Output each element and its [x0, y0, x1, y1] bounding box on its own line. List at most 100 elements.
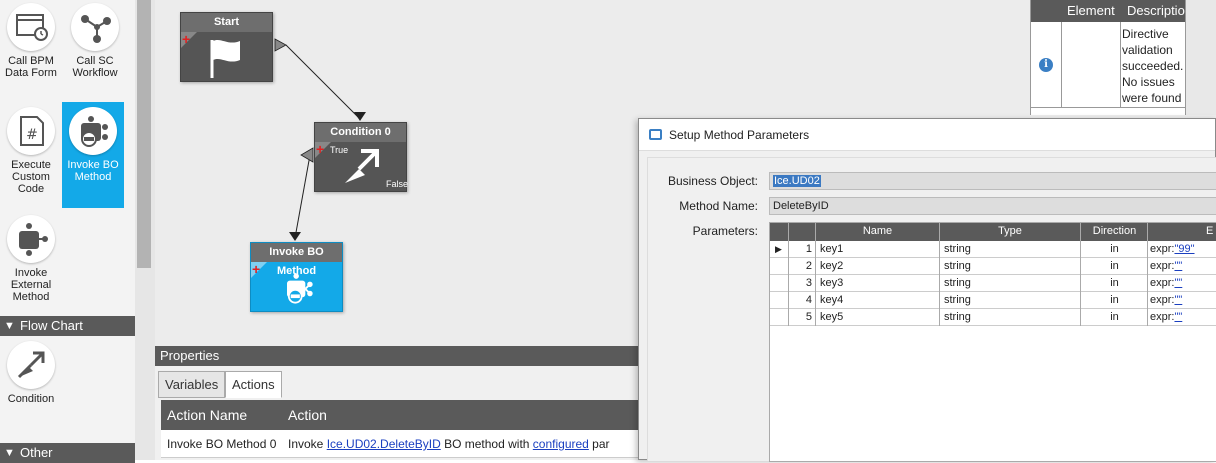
palette-scrollbar-thumb[interactable] — [137, 0, 151, 268]
section-other[interactable]: ▼ Other — [0, 443, 135, 463]
table-row[interactable]: ▶ 1 key1 string in expr:"99" — [770, 241, 1216, 258]
validation-results-panel: Element Descriptio i Directive validatio… — [1030, 0, 1187, 115]
column-header-direction[interactable]: Direction — [1081, 223, 1148, 240]
action-text: Invoke — [288, 437, 327, 451]
tool-invoke-bo-method[interactable]: Invoke BO Method — [62, 102, 124, 208]
results-header: Element Descriptio — [1031, 0, 1185, 22]
section-label: Other — [20, 445, 53, 460]
expr-value-link[interactable]: "" — [1174, 260, 1182, 272]
grid-divider — [1147, 223, 1148, 326]
column-header-action[interactable]: Action — [288, 400, 327, 430]
bo-method-link[interactable]: Ice.UD02.DeleteByID — [327, 437, 441, 451]
section-label: Flow Chart — [20, 318, 83, 333]
row-number: 3 — [805, 277, 812, 289]
actions-table-header: Action Name Action — [161, 400, 645, 430]
expr-value-link[interactable]: "" — [1174, 294, 1182, 306]
param-type: string — [944, 243, 971, 255]
param-direction: in — [1110, 277, 1119, 289]
info-icon: i — [1039, 58, 1053, 72]
tab-variables[interactable]: Variables — [158, 371, 226, 398]
configured-link[interactable]: configured — [533, 437, 589, 451]
condition-arrows-icon — [7, 341, 55, 389]
tool-call-bpm-data-form[interactable]: Call BPM Data Form — [0, 0, 62, 100]
tool-label: Execute Custom Code — [11, 159, 51, 195]
grid-divider — [939, 223, 940, 326]
expr-value-link[interactable]: "99" — [1174, 243, 1194, 255]
results-row[interactable]: i Directive validation succeeded. No iss… — [1031, 22, 1187, 108]
tool-call-sc-workflow[interactable]: Call SC Workflow — [64, 0, 126, 100]
param-expression: expr:"99" — [1150, 241, 1216, 258]
add-icon[interactable]: + — [252, 262, 260, 276]
tool-invoke-external-method[interactable]: Invoke External Method — [0, 212, 62, 312]
section-flow-chart[interactable]: ▼ Flow Chart — [0, 316, 135, 336]
param-expression: expr:"" — [1150, 258, 1216, 275]
table-row[interactable]: Invoke BO Method 0 Invoke Ice.UD02.Delet… — [161, 430, 645, 458]
table-row[interactable]: 3 key3 string in expr:"" — [770, 275, 1216, 292]
chevron-down-icon: ▼ — [4, 447, 15, 459]
column-header-element[interactable]: Element — [1067, 0, 1115, 22]
expr-prefix: expr: — [1150, 260, 1175, 272]
tool-label: Condition — [7, 393, 55, 405]
tool-label: Invoke BO Method — [67, 159, 119, 183]
row-number: 2 — [805, 260, 812, 272]
parameters-label: Parameters: — [692, 224, 758, 238]
add-icon[interactable]: + — [316, 142, 324, 156]
parameters-grid[interactable]: Name Type Direction E ▶ 1 key1 string in… — [769, 222, 1216, 462]
grid-divider — [815, 223, 816, 326]
tool-condition[interactable]: Condition — [0, 338, 62, 418]
business-object-field[interactable]: Ice.UD02 — [769, 172, 1216, 190]
param-expression: expr:"" — [1150, 309, 1216, 326]
table-row[interactable]: 4 key4 string in expr:"" — [770, 292, 1216, 309]
param-name: key5 — [820, 311, 844, 323]
form-window-icon — [7, 3, 55, 51]
param-direction: in — [1110, 294, 1119, 306]
column-header-description[interactable]: Descriptio — [1127, 0, 1185, 22]
param-name: key4 — [820, 294, 844, 306]
setup-method-parameters-dialog: Setup Method Parameters Business Object:… — [638, 118, 1216, 462]
actions-table: Action Name Action Invoke BO Method 0 In… — [161, 400, 645, 458]
method-name-field[interactable]: DeleteByID — [769, 197, 1216, 215]
node-title: Start — [181, 13, 272, 32]
column-header-action-name[interactable]: Action Name — [167, 400, 247, 430]
column-header-type[interactable]: Type — [940, 223, 1080, 240]
results-scrollbar[interactable] — [1186, 0, 1216, 115]
column-header-expression[interactable]: E — [1206, 223, 1216, 240]
business-object-label: Business Object: — [667, 174, 758, 188]
expr-prefix: expr: — [1150, 243, 1175, 255]
node-title: Invoke BO Method — [251, 243, 342, 277]
expr-value-link[interactable]: "" — [1174, 311, 1182, 323]
param-type: string — [944, 294, 971, 306]
dialog-titlebar[interactable]: Setup Method Parameters — [639, 119, 1215, 151]
param-name: key3 — [820, 277, 844, 289]
column-header-name[interactable]: Name — [816, 223, 939, 240]
hash-document-icon: # — [7, 107, 55, 155]
param-name: key1 — [820, 243, 844, 255]
expr-prefix: expr: — [1150, 277, 1175, 289]
result-message: Directive validation succeeded. No issue… — [1122, 27, 1184, 105]
table-row[interactable]: 2 key2 string in expr:"" — [770, 258, 1216, 275]
tab-actions[interactable]: Actions — [225, 371, 282, 398]
add-icon[interactable]: + — [182, 32, 190, 46]
row-number: 4 — [805, 294, 812, 306]
bo-method-icon — [287, 273, 313, 304]
expr-prefix: expr: — [1150, 311, 1175, 323]
expr-value-link[interactable]: "" — [1174, 277, 1182, 289]
grid-divider — [788, 223, 789, 326]
node-start[interactable]: Start + — [180, 12, 273, 82]
dialog-title: Setup Method Parameters — [669, 128, 810, 142]
flag-icon — [210, 39, 240, 78]
param-type: string — [944, 277, 971, 289]
node-condition[interactable]: Condition 0 + True False — [314, 122, 408, 192]
action-name-cell: Invoke BO Method 0 — [167, 437, 277, 451]
param-type: string — [944, 260, 971, 272]
toolbox-palette: Call BPM Data Form Call SC Workflow # Ex… — [0, 0, 135, 463]
table-row[interactable]: 5 key5 string in expr:"" — [770, 309, 1216, 326]
node-invoke-bo-method[interactable]: Invoke BO Method + — [250, 242, 343, 312]
tool-label: Call BPM Data Form — [5, 55, 57, 79]
tool-execute-custom-code[interactable]: # Execute Custom Code — [0, 104, 62, 204]
chevron-down-icon: ▼ — [4, 320, 15, 332]
palette-scrollbar[interactable] — [135, 0, 155, 460]
window-icon — [649, 129, 662, 140]
param-expression: expr:"" — [1150, 275, 1216, 292]
external-method-icon — [7, 215, 55, 263]
